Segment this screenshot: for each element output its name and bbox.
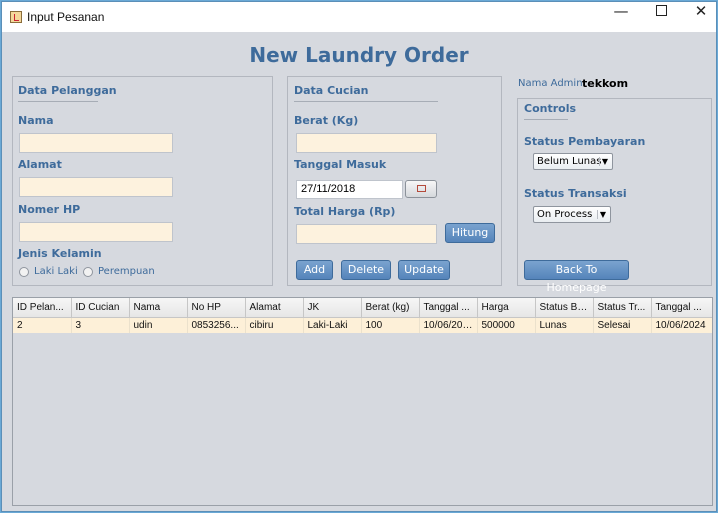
column-header[interactable]: Alamat [245,298,304,318]
status-transaksi-dropdown[interactable]: On Process ▼ [533,206,611,223]
data-pelanggan-title: Data Pelanggan [18,84,117,97]
main-window: Input Pesanan — ✕ New Laundry Order Data… [1,1,717,512]
table-header-row: ID Pelan... ID Cucian Nama No HP Alamat … [13,298,712,318]
table-cell: 3 [71,317,130,333]
data-cucian-title: Data Cucian [294,84,369,97]
column-header[interactable]: Tanggal ... [651,298,712,318]
minimize-button[interactable]: — [602,2,640,32]
total-harga-input[interactable] [296,224,437,244]
alamat-label: Alamat [18,158,62,171]
table-cell: 0853256... [187,317,246,333]
table-cell: udin [129,317,188,333]
section-underline [524,119,568,120]
column-header[interactable]: JK [303,298,362,318]
close-button[interactable]: ✕ [682,2,716,32]
table-cell: 2 [13,317,72,333]
table-cell: 500000 [477,317,536,333]
status-transaksi-label: Status Transaksi [524,187,627,200]
table-cell: Lunas [535,317,594,333]
status-pembayaran-value: Belum Lunas [537,156,602,167]
status-transaksi-value: On Process [537,209,593,220]
radio-perempuan[interactable]: Perempuan [83,266,155,277]
tanggal-masuk-label: Tanggal Masuk [294,158,387,171]
alamat-input[interactable] [19,177,173,197]
controls-title: Controls [524,102,577,115]
column-header[interactable]: ID Pelan... [13,298,72,318]
window-title: Input Pesanan [27,10,105,24]
table-cell: Laki-Laki [303,317,362,333]
column-header[interactable]: Berat (kg) [361,298,420,318]
maximize-icon [655,5,667,16]
radio-laki-laki[interactable]: Laki Laki [19,266,78,277]
nomer-hp-input[interactable] [19,222,173,242]
java-app-icon [10,11,22,23]
column-header[interactable]: No HP [187,298,246,318]
tanggal-masuk-input[interactable]: 27/11/2018 [296,180,403,199]
page-title: New Laundry Order [249,43,469,67]
table-cell: 100 [361,317,420,333]
chevron-down-icon: ▼ [599,157,610,166]
section-underline [18,101,98,102]
admin-label: Nama Admin: [518,78,586,89]
radio-circle-icon [19,266,29,277]
jenis-kelamin-label: Jenis Kelamin [18,247,102,260]
update-button[interactable]: Update [398,260,450,280]
back-to-homepage-button[interactable]: Back To Homepage [524,260,629,294]
status-pembayaran-dropdown[interactable]: Belum Lunas ▼ [533,153,613,170]
berat-label: Berat (Kg) [294,114,359,127]
table-cell: 10/06/2024 [651,317,712,333]
add-button[interactable]: Add [296,260,333,280]
title-bar: Input Pesanan — ✕ [2,2,716,32]
table-row[interactable]: 2 3 udin 0853256... cibiru Laki-Laki 100… [13,317,712,333]
column-header[interactable]: Harga [477,298,536,318]
column-header[interactable]: Tanggal ... [419,298,478,318]
calendar-icon [417,185,426,192]
nomer-hp-label: Nomer HP [18,203,81,216]
berat-input[interactable] [296,133,437,153]
status-pembayaran-label: Status Pembayaran [524,135,646,148]
column-header[interactable]: Status Ba... [535,298,594,318]
admin-name: tekkom [582,77,629,90]
nama-input[interactable] [19,133,173,153]
table-cell: Selesai [593,317,652,333]
chevron-down-icon: ▼ [597,210,608,219]
column-header[interactable]: Status Tr... [593,298,652,318]
delete-button[interactable]: Delete [341,260,391,280]
table-cell: cibiru [245,317,304,333]
maximize-button[interactable] [642,2,680,32]
column-header[interactable]: ID Cucian [71,298,130,318]
total-harga-label: Total Harga (Rp) [294,205,396,218]
radio-circle-icon [83,266,93,277]
table-cell: 10/06/2024 [419,317,478,333]
radio-laki-laki-label: Laki Laki [34,266,78,277]
date-picker-button[interactable] [405,180,437,198]
radio-perempuan-label: Perempuan [98,266,155,277]
nama-label: Nama [18,114,54,127]
section-underline [294,101,438,102]
hitung-button[interactable]: Hitung [445,223,495,243]
orders-table[interactable]: ID Pelan... ID Cucian Nama No HP Alamat … [12,297,713,506]
column-header[interactable]: Nama [129,298,188,318]
